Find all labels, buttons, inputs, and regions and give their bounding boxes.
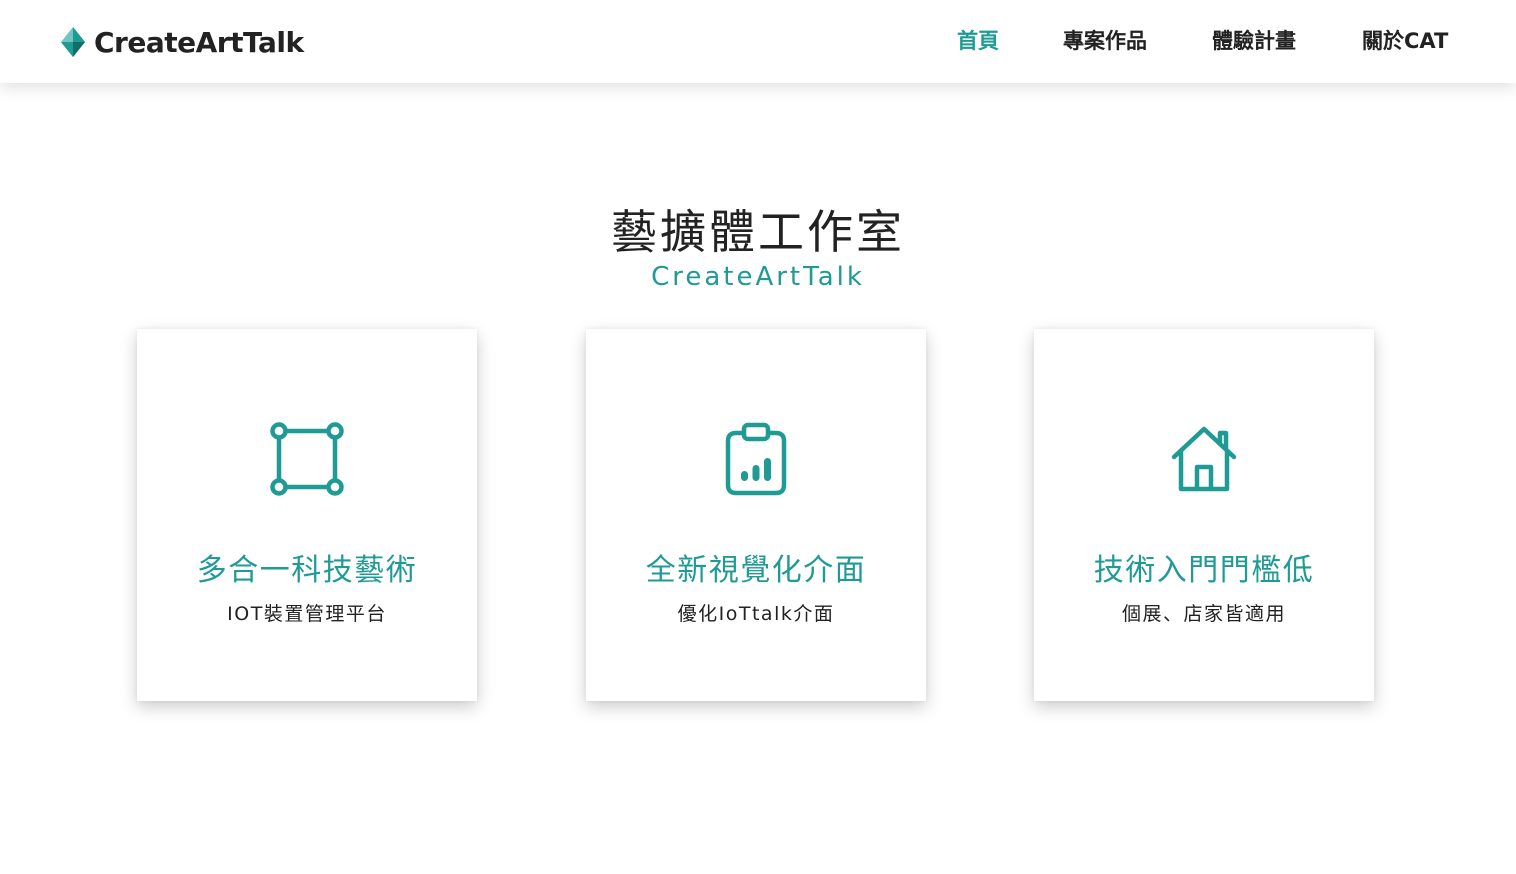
bounding-box-icon (269, 421, 345, 497)
feature-title: 多合一科技藝術 (196, 553, 418, 588)
nav-link-about[interactable]: 關於CAT (1362, 27, 1448, 55)
hero-subtitle: CreateArtTalk (651, 262, 865, 292)
feature-description: IOT裝置管理平台 (227, 603, 387, 625)
house-icon (1166, 421, 1242, 497)
feature-card-entry: 技術入門門檻低 個展、店家皆適用 (1034, 329, 1374, 701)
nav-link-home[interactable]: 首頁 (957, 27, 999, 55)
feature-card-visual: 全新視覺化介面 優化IoTtalk介面 (586, 329, 926, 701)
feature-card-iot: 多合一科技藝術 IOT裝置管理平台 (137, 329, 477, 701)
nav-link-experience[interactable]: 體驗計畫 (1212, 27, 1296, 55)
feature-description: 個展、店家皆適用 (1121, 603, 1286, 625)
clipboard-chart-icon (718, 421, 794, 497)
navbar: CreateArtTalk 首頁 專案作品 體驗計畫 關於CAT (0, 0, 1516, 83)
hero-title: 藝擴體工作室 (611, 205, 905, 259)
nav-menu: 首頁 專案作品 體驗計畫 關於CAT (0, 0, 1516, 83)
feature-title: 技術入門門檻低 (1093, 553, 1315, 588)
nav-link-projects[interactable]: 專案作品 (1063, 27, 1147, 55)
feature-title: 全新視覺化介面 (645, 553, 867, 588)
feature-description: 優化IoTtalk介面 (677, 603, 835, 625)
